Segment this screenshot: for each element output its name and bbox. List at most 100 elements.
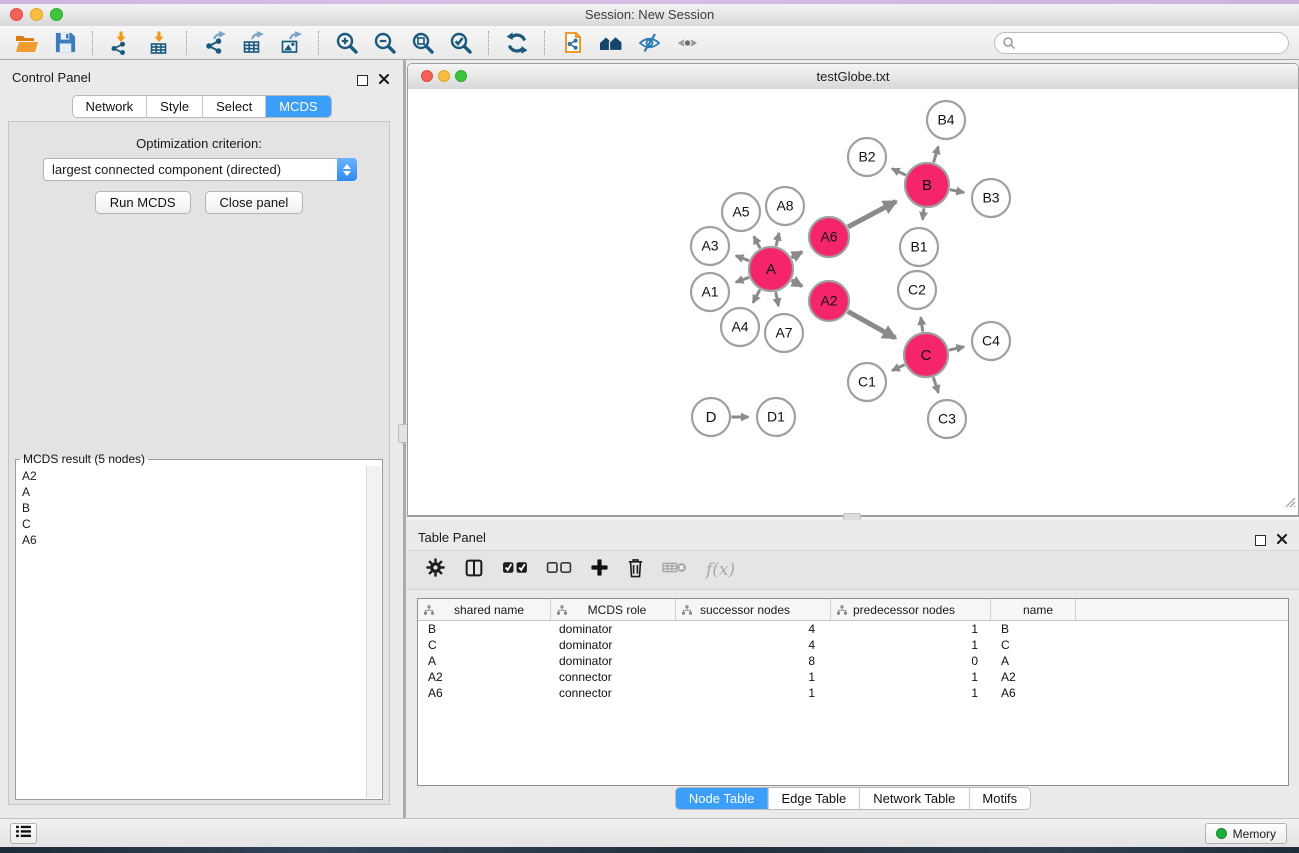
hide-graphics-details-icon[interactable] [633,28,665,58]
open-session-icon[interactable] [11,28,43,58]
import-network-icon[interactable] [105,28,137,58]
maximize-window-button[interactable] [50,8,63,21]
zoom-fit-icon[interactable] [407,28,439,58]
tab-style[interactable]: Style [146,96,202,117]
table-cell[interactable]: 1 [831,622,991,636]
mcds-result-item[interactable]: C [22,516,366,532]
graph-edge-B-B1[interactable] [923,208,924,219]
table-cell[interactable]: A [991,654,1076,668]
memory-button[interactable]: Memory [1205,823,1287,844]
table-cell[interactable]: 1 [831,670,991,684]
table-cell[interactable]: connector [551,686,676,700]
tab-mcds[interactable]: MCDS [265,96,330,117]
mcds-result-item[interactable]: B [22,500,366,516]
network-minimize-button[interactable] [438,70,450,82]
table-cell[interactable]: A2 [991,670,1076,684]
zoom-selected-icon[interactable] [445,28,477,58]
function-builder-icon[interactable]: f(x) [706,560,735,580]
show-graphics-details-icon[interactable] [671,28,703,58]
graph-edge-A-A5[interactable] [754,236,760,248]
close-panel-icon[interactable] [379,71,389,89]
zoom-in-icon[interactable] [331,28,363,58]
tab-select[interactable]: Select [202,96,265,117]
tab-motifs[interactable]: Motifs [968,788,1030,809]
task-history-button[interactable] [10,823,37,844]
graph-edge-A-A2[interactable] [792,280,802,286]
table-cell[interactable]: A6 [991,686,1076,700]
graph-edge-B-B2[interactable] [892,169,906,175]
result-scrollbar[interactable] [366,466,381,798]
graph-edge-A-A4[interactable] [753,290,760,303]
table-cell[interactable]: dominator [551,654,676,668]
criterion-select[interactable]: largest connected component (directed) [43,158,357,181]
tab-network[interactable]: Network [72,96,146,117]
column-header-mcds-role[interactable]: MCDS role [551,599,676,620]
table-cell[interactable]: dominator [551,638,676,652]
table-cell[interactable]: B [418,622,551,636]
close-panel-button[interactable]: Close panel [205,191,304,214]
graph-edge-A-A6[interactable] [792,252,802,258]
table-cell[interactable]: A6 [418,686,551,700]
table-cell[interactable]: C [991,638,1076,652]
export-network-icon[interactable] [199,28,231,58]
table-row[interactable]: Adominator80A [418,653,1288,669]
graph-edge-C-C2[interactable] [921,317,923,331]
tab-network-table[interactable]: Network Table [859,788,968,809]
graph-edge-A6-B[interactable] [848,201,896,227]
mcds-result-item[interactable]: A [22,484,366,500]
minimize-window-button[interactable] [30,8,43,21]
table-cell[interactable]: 1 [831,638,991,652]
export-table-icon[interactable] [237,28,269,58]
column-header-predecessor-nodes[interactable]: predecessor nodes [831,599,991,620]
graph-edge-C-C1[interactable] [892,365,905,371]
table-cell[interactable]: 4 [676,622,831,636]
close-table-panel-icon[interactable] [1277,531,1287,549]
network-canvas[interactable]: ABCA6A2A1A3A4A5A7A8B1B2B3B4C1C2C3C4DD1 [408,89,1298,515]
resize-grip-icon[interactable] [1282,494,1296,513]
table-row[interactable]: A6connector11A6 [418,685,1288,701]
table-cell[interactable]: B [991,622,1076,636]
delete-column-icon[interactable] [626,557,645,583]
tab-edge-table[interactable]: Edge Table [767,788,859,809]
graph-edge-A-A3[interactable] [736,256,749,261]
table-cell[interactable]: 0 [831,654,991,668]
zoom-out-icon[interactable] [369,28,401,58]
network-maximize-button[interactable] [455,70,467,82]
mcds-result-item[interactable]: A2 [22,468,366,484]
graph-edge-C-C4[interactable] [949,347,964,350]
table-settings-gear-icon[interactable] [425,557,446,583]
graph-edge-A-A8[interactable] [776,233,779,246]
table-row[interactable]: A2connector11A2 [418,669,1288,685]
table-cell[interactable]: 1 [676,686,831,700]
deselect-all-rows-icon[interactable] [546,559,573,581]
home-networks-icon[interactable] [595,28,627,58]
close-window-button[interactable] [10,8,23,21]
table-cell[interactable]: 1 [676,670,831,684]
graph-edge-A-A7[interactable] [776,292,779,306]
select-all-rows-icon[interactable] [502,559,529,581]
network-document-icon[interactable] [557,28,589,58]
table-cell[interactable]: A2 [418,670,551,684]
table-cell[interactable]: dominator [551,622,676,636]
network-window-titlebar[interactable]: testGlobe.txt [408,64,1298,90]
tab-node-table[interactable]: Node Table [676,788,768,809]
table-cell[interactable]: connector [551,670,676,684]
save-session-icon[interactable] [49,28,81,58]
table-cell[interactable]: A [418,654,551,668]
delete-table-icon[interactable] [662,559,689,581]
run-mcds-button[interactable]: Run MCDS [95,191,191,214]
float-table-panel-icon[interactable] [1255,535,1266,546]
export-image-icon[interactable] [275,28,307,58]
refresh-icon[interactable] [501,28,533,58]
window-titlebar[interactable]: Session: New Session [0,4,1299,27]
search-box[interactable] [994,32,1289,54]
table-cell[interactable]: 1 [831,686,991,700]
graph-edge-A2-C[interactable] [848,311,896,338]
column-header-shared-name[interactable]: shared name [418,599,551,620]
graph-edge-B-B4[interactable] [934,146,939,162]
table-cell[interactable]: 8 [676,654,831,668]
network-close-button[interactable] [421,70,433,82]
search-input[interactable] [994,32,1289,54]
column-header-name[interactable]: name [991,599,1076,620]
import-table-icon[interactable] [143,28,175,58]
